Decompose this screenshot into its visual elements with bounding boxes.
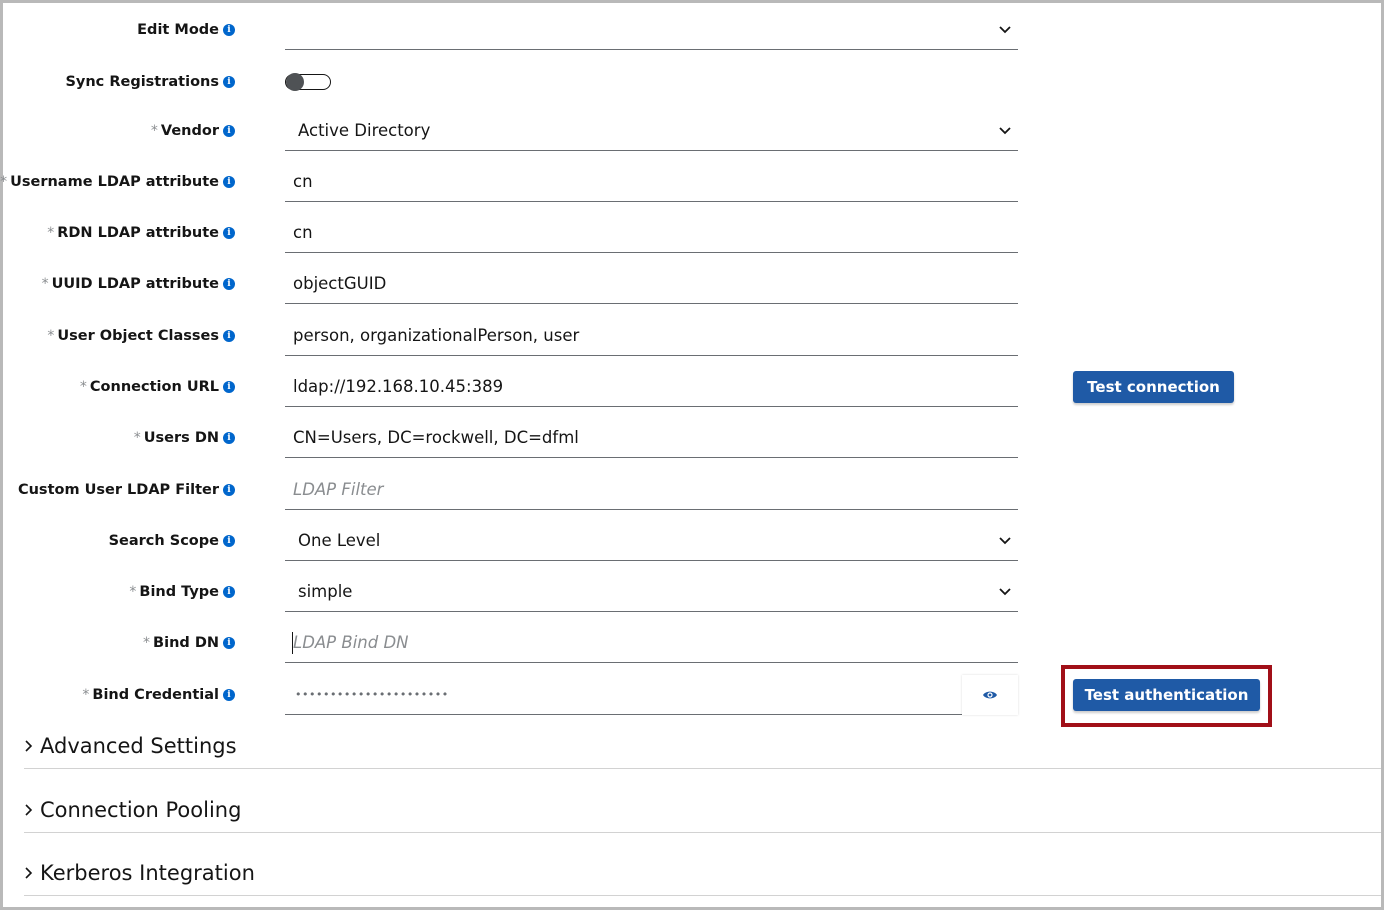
row-users-dn: * Users DN i CN=Users, DC=rockwell, DC=d… — [0, 418, 1384, 458]
edit-mode-label: Edit Mode i — [137, 10, 235, 50]
section-connection-pooling[interactable]: Connection Pooling — [24, 787, 1381, 833]
bind-dn-input[interactable]: LDAP Bind DN — [285, 623, 1018, 663]
chevron-down-icon — [999, 537, 1011, 545]
bind-credential-input[interactable]: •••••••••••••••••••••• — [285, 675, 1018, 715]
username-ldap-attribute-label: * Username LDAP attribute i — [0, 162, 235, 202]
info-circle-icon[interactable]: i — [223, 689, 235, 701]
info-circle-icon[interactable]: i — [223, 484, 235, 496]
bind-credential-label: * Bind Credential i — [82, 675, 235, 715]
uuid-ldap-attribute-input[interactable]: objectGUID — [285, 264, 1018, 304]
row-bind-type: * Bind Type i simple — [0, 572, 1384, 612]
text-cursor — [292, 632, 293, 654]
chevron-down-icon — [999, 26, 1011, 34]
connection-url-input[interactable]: ldap://192.168.10.45:389 — [285, 367, 1018, 407]
info-circle-icon[interactable]: i — [223, 24, 235, 36]
edit-mode-select[interactable] — [285, 10, 1018, 50]
user-object-classes-label: * User Object Classes i — [47, 316, 235, 356]
sync-registrations-label: Sync Registrations i — [65, 62, 235, 102]
row-sync-registrations: Sync Registrations i — [0, 62, 1384, 102]
test-connection-button[interactable]: Test connection — [1073, 371, 1234, 403]
search-scope-select[interactable]: One Level — [285, 521, 1018, 561]
chevron-right-icon — [25, 803, 33, 816]
row-rdn-ldap-attribute: * RDN LDAP attribute i cn — [0, 213, 1384, 253]
row-custom-user-ldap-filter: Custom User LDAP Filter i LDAP Filter — [0, 470, 1384, 510]
info-circle-icon[interactable]: i — [223, 535, 235, 547]
row-edit-mode: Edit Mode i — [0, 10, 1384, 50]
info-circle-icon[interactable]: i — [223, 381, 235, 393]
chevron-right-icon — [25, 739, 33, 752]
eye-icon — [983, 691, 997, 699]
row-username-ldap-attribute: * Username LDAP attribute i cn — [0, 162, 1384, 202]
chevron-down-icon — [999, 127, 1011, 135]
rdn-ldap-attribute-label: * RDN LDAP attribute i — [47, 213, 235, 253]
user-object-classes-input[interactable]: person, organizationalPerson, user — [285, 316, 1018, 356]
row-search-scope: Search Scope i One Level — [0, 521, 1384, 561]
chevron-down-icon — [999, 588, 1011, 596]
row-bind-dn: * Bind DN i LDAP Bind DN — [0, 623, 1384, 663]
connection-url-label: * Connection URL i — [80, 367, 235, 407]
info-circle-icon[interactable]: i — [223, 637, 235, 649]
toggle-knob — [286, 73, 304, 91]
bind-type-label: * Bind Type i — [129, 572, 235, 612]
section-advanced-settings[interactable]: Advanced Settings — [24, 723, 1381, 769]
vendor-label: * Vendor i — [151, 111, 235, 151]
section-kerberos-integration[interactable]: Kerberos Integration — [24, 850, 1381, 896]
chevron-right-icon — [25, 866, 33, 879]
show-password-button[interactable] — [962, 675, 1018, 715]
bind-dn-label: * Bind DN i — [143, 623, 235, 663]
info-circle-icon[interactable]: i — [223, 586, 235, 598]
info-circle-icon[interactable]: i — [223, 227, 235, 239]
highlight-box — [1061, 665, 1272, 727]
search-scope-label: Search Scope i — [109, 521, 235, 561]
row-user-object-classes: * User Object Classes i person, organiza… — [0, 316, 1384, 356]
username-ldap-attribute-input[interactable]: cn — [285, 162, 1018, 202]
bind-type-select[interactable]: simple — [285, 572, 1018, 612]
info-circle-icon[interactable]: i — [223, 125, 235, 137]
custom-user-ldap-filter-label: Custom User LDAP Filter i — [18, 470, 235, 510]
users-dn-input[interactable]: CN=Users, DC=rockwell, DC=dfml — [285, 418, 1018, 458]
info-circle-icon[interactable]: i — [223, 76, 235, 88]
vendor-select[interactable]: Active Directory — [285, 111, 1018, 151]
sync-registrations-toggle[interactable] — [285, 73, 331, 91]
custom-user-ldap-filter-input[interactable]: LDAP Filter — [285, 470, 1018, 510]
info-circle-icon[interactable]: i — [223, 432, 235, 444]
row-uuid-ldap-attribute: * UUID LDAP attribute i objectGUID — [0, 264, 1384, 304]
uuid-ldap-attribute-label: * UUID LDAP attribute i — [42, 264, 235, 304]
info-circle-icon[interactable]: i — [223, 176, 235, 188]
row-vendor: * Vendor i Active Directory — [0, 111, 1384, 151]
info-circle-icon[interactable]: i — [223, 330, 235, 342]
info-circle-icon[interactable]: i — [223, 278, 235, 290]
users-dn-label: * Users DN i — [134, 418, 235, 458]
rdn-ldap-attribute-input[interactable]: cn — [285, 213, 1018, 253]
